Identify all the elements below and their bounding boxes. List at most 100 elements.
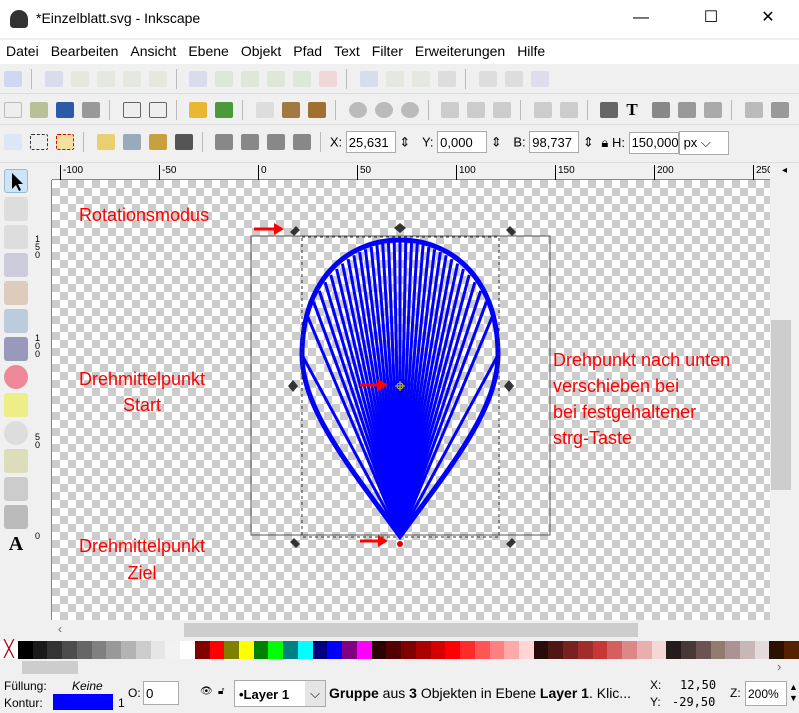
color-swatch[interactable]	[518, 641, 534, 659]
snap-cusp-icon[interactable]	[267, 71, 286, 87]
color-swatch[interactable]	[739, 641, 755, 659]
color-swatch[interactable]	[784, 641, 799, 659]
color-swatch[interactable]	[401, 641, 416, 659]
color-swatch[interactable]	[445, 641, 461, 659]
3dbox-tool-icon[interactable]	[4, 337, 28, 361]
horizontal-scrollbar[interactable]: ‹	[52, 620, 770, 640]
color-swatch[interactable]	[253, 641, 269, 659]
zoom-tool-icon[interactable]	[4, 253, 28, 277]
snap-intersection-icon[interactable]	[241, 71, 260, 87]
palette-scrollbar[interactable]: ›	[0, 659, 799, 676]
document-properties-icon[interactable]	[745, 102, 763, 118]
scroll-left-icon[interactable]: ‹	[58, 622, 62, 636]
node-tool-icon[interactable]	[4, 197, 28, 221]
menu-bearbeiten[interactable]: Bearbeiten	[45, 40, 125, 62]
color-swatch[interactable]	[239, 641, 254, 659]
layer-dropdown-icon[interactable]: ⌵	[305, 681, 325, 706]
text-tool-icon[interactable]: A	[4, 533, 28, 557]
zoom-selection-icon[interactable]	[348, 102, 367, 118]
color-swatch[interactable]	[194, 641, 210, 659]
fill-stroke-icon[interactable]	[600, 102, 619, 118]
color-swatch[interactable]	[135, 641, 151, 659]
color-swatch[interactable]	[342, 641, 357, 659]
snap-text-baseline-icon[interactable]	[437, 71, 456, 87]
canvas[interactable]: Rotationsmodus Drehmittelpunkt Start Dre…	[52, 180, 770, 620]
snap-center-icon[interactable]	[148, 71, 167, 87]
height-input[interactable]	[628, 131, 679, 154]
color-swatch[interactable]	[165, 641, 181, 659]
color-swatch[interactable]	[62, 641, 77, 659]
color-swatch[interactable]	[681, 641, 696, 659]
pencil-tool-icon[interactable]	[4, 449, 28, 473]
unlink-clone-icon[interactable]	[493, 102, 512, 118]
color-swatch[interactable]	[548, 641, 564, 659]
color-swatch[interactable]	[312, 641, 328, 659]
duplicate-icon[interactable]	[441, 102, 460, 118]
menu-text[interactable]: Text	[328, 40, 366, 62]
snap-smooth-icon[interactable]	[293, 71, 312, 87]
color-swatch[interactable]	[327, 641, 343, 659]
undo-icon[interactable]	[189, 102, 208, 118]
rotate-ccw-icon[interactable]	[96, 134, 115, 150]
raise-icon[interactable]	[267, 134, 286, 150]
color-swatch[interactable]	[180, 641, 195, 659]
print-icon[interactable]	[82, 102, 100, 118]
palette-scroll-thumb[interactable]	[22, 661, 78, 674]
color-swatch[interactable]	[150, 641, 166, 659]
snap-guide-icon[interactable]	[530, 71, 549, 87]
raise-to-top-icon[interactable]	[293, 134, 312, 150]
menu-hilfe[interactable]: Hilfe	[511, 40, 551, 62]
ellipse-tool-icon[interactable]	[4, 365, 28, 389]
snap-nodes-icon[interactable]	[189, 71, 208, 87]
lower-icon[interactable]	[241, 134, 260, 150]
star-tool-icon[interactable]	[4, 393, 28, 417]
layers-icon[interactable]	[652, 102, 671, 118]
snap-rotation-center-icon[interactable]	[411, 71, 430, 87]
pen-tool-icon[interactable]	[4, 477, 28, 501]
menu-objekt[interactable]: Objekt	[235, 40, 287, 62]
opacity-input[interactable]	[143, 681, 179, 705]
zoom-spin-icon[interactable]: ▲ ▼	[789, 682, 798, 704]
color-swatch[interactable]	[577, 641, 593, 659]
minimize-button[interactable]: —	[618, 0, 664, 38]
snap-center-object-icon[interactable]	[385, 71, 404, 87]
paste-icon[interactable]	[307, 102, 326, 118]
open-icon[interactable]	[30, 102, 48, 118]
color-swatch[interactable]	[371, 641, 387, 659]
vertical-scroll-thumb[interactable]	[771, 320, 791, 490]
y-input[interactable]	[437, 131, 488, 153]
tweak-tool-icon[interactable]	[4, 225, 28, 249]
color-swatch[interactable]	[651, 641, 667, 659]
spiral-tool-icon[interactable]	[4, 421, 28, 445]
color-swatch[interactable]	[592, 641, 608, 659]
menu-filter[interactable]: Filter	[366, 40, 409, 62]
color-swatch[interactable]	[769, 641, 785, 659]
horizontal-scroll-thumb[interactable]	[184, 623, 638, 637]
new-document-icon[interactable]	[4, 102, 22, 118]
clone-icon[interactable]	[467, 102, 486, 118]
ungroup-icon[interactable]	[559, 102, 578, 118]
fill-value[interactable]: Keine	[72, 679, 103, 693]
layer-visibility-icon[interactable]: 👁︎	[200, 686, 213, 697]
color-swatch[interactable]	[209, 641, 225, 659]
color-swatch[interactable]	[121, 641, 136, 659]
color-swatch[interactable]	[283, 641, 298, 659]
color-swatch[interactable]	[460, 641, 475, 659]
menu-ansicht[interactable]: Ansicht	[124, 40, 182, 62]
color-swatch[interactable]	[356, 641, 372, 659]
snap-corner-icon[interactable]	[96, 71, 115, 87]
color-swatch[interactable]	[636, 641, 652, 659]
unit-select[interactable]: px ⌵	[678, 131, 729, 155]
calligraphy-tool-icon[interactable]	[4, 505, 28, 529]
menu-erweiterungen[interactable]: Erweiterungen	[409, 40, 511, 62]
vertical-scrollbar[interactable]: ◂	[770, 165, 799, 640]
palette-scroll-right-icon[interactable]: ›	[777, 659, 781, 674]
menu-ebene[interactable]: Ebene	[182, 40, 234, 62]
menu-datei[interactable]: Datei	[0, 40, 45, 62]
color-swatch[interactable]	[91, 641, 107, 659]
zoom-drawing-icon[interactable]	[374, 102, 393, 118]
width-input[interactable]	[529, 131, 580, 153]
color-swatch[interactable]	[563, 641, 578, 659]
color-swatch[interactable]	[607, 641, 623, 659]
align-distribute-icon[interactable]	[704, 102, 723, 118]
